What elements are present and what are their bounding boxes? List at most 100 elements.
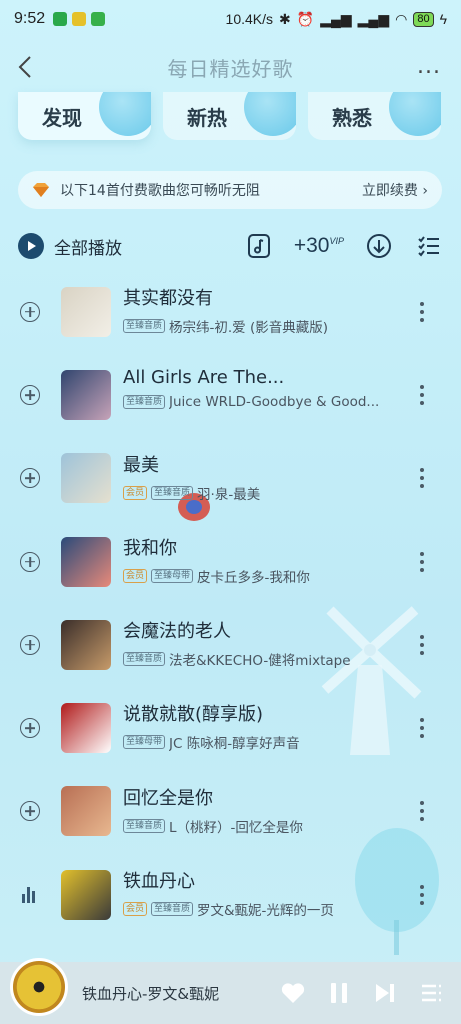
song-more-icon[interactable] (419, 634, 425, 655)
song-row[interactable]: 回忆全是你 至臻音质 L（桃籽）-回忆全是你 (0, 770, 461, 853)
album-disc-icon[interactable] (10, 958, 68, 1016)
add-to-playlist-icon[interactable] (20, 301, 40, 322)
song-artist: 法老&KKECHO-健将mixtape (169, 653, 351, 670)
add-30-label: +30 (293, 234, 330, 257)
song-title: 说散就散(醇享版) (123, 704, 264, 726)
battery-icon: 80 (413, 11, 434, 27)
song-tag: 至臻音质 (151, 485, 194, 500)
song-artist: 皮卡丘多多-我和你 (197, 569, 310, 586)
song-title: 其实都没有 (123, 288, 213, 309)
song-title: 我和你 (123, 537, 177, 559)
song-artist: 杨宗纬-初.爱 (影音典藏版) (169, 320, 329, 336)
song-row[interactable]: 说散就散(醇享版) 至臻母带 JC 陈咏桐-醇享好声音 (0, 686, 461, 769)
multi-select-icon[interactable] (414, 231, 444, 261)
add-to-playlist-icon[interactable] (20, 468, 40, 489)
song-artist: L（桃籽）-回忆全是你 (169, 819, 303, 836)
album-cover[interactable] (61, 453, 111, 504)
album-cover[interactable] (61, 369, 111, 420)
song-artist: 羽·泉-最美 (197, 486, 261, 503)
music-scan-icon[interactable] (244, 231, 274, 261)
song-row[interactable]: 会魔法的老人 至臻音质 法老&KKECHO-健将mixtape (0, 603, 461, 686)
tab-decoration-icon (244, 92, 296, 136)
album-cover[interactable] (61, 536, 111, 587)
diamond-icon (33, 183, 49, 197)
back-icon[interactable] (12, 52, 42, 82)
song-list: 其实都没有 至臻音质 杨宗纬-初.爱 (影音典藏版) All Girls Are… (0, 270, 461, 936)
album-cover[interactable] (61, 786, 111, 837)
tab-new-hot[interactable]: 新热 (163, 92, 296, 140)
playlist-queue-icon[interactable] (419, 981, 443, 1005)
song-more-icon[interactable] (419, 301, 425, 322)
song-more-icon[interactable] (419, 384, 425, 405)
song-meta: 至臻音质 L（桃籽）-回忆全是你 (123, 816, 401, 836)
song-row[interactable]: 其实都没有 至臻音质 杨宗纬-初.爱 (影音典藏版) (0, 270, 461, 353)
vip-banner[interactable]: 以下14首付费歌曲您可畅听无阻 立即续费 › (18, 171, 442, 209)
download-icon[interactable] (364, 231, 394, 261)
song-title: 最美 (123, 454, 159, 476)
status-time: 9:52 (14, 10, 46, 27)
mini-player[interactable]: 铁血丹心-罗文&甄妮 (0, 958, 461, 1024)
tab-familiar[interactable]: 熟悉 (308, 92, 441, 140)
song-more-icon[interactable] (419, 468, 425, 489)
song-row[interactable]: All Girls Are The... 至臻音质 Juice WRLD-Goo… (0, 353, 461, 436)
tab-decoration-icon (389, 92, 441, 136)
song-info: 回忆全是你 至臻音质 L（桃籽）-回忆全是你 (123, 784, 401, 836)
renew-link[interactable]: 立即续费 › (362, 180, 428, 200)
now-playing-bars-icon (22, 886, 35, 903)
tab-decoration-icon (99, 92, 151, 136)
song-more-icon[interactable] (419, 884, 425, 905)
song-meta: 会员 至臻音质 罗文&甄妮-光辉的一页 (123, 899, 401, 919)
play-all-button[interactable]: 全部播放 (54, 234, 122, 259)
song-title: 铁血丹心 (123, 871, 195, 893)
song-artist: 罗文&甄妮-光辉的一页 (197, 903, 334, 920)
add-to-playlist-icon[interactable] (20, 551, 40, 572)
signal-icon: ▂▄▆ (357, 10, 390, 27)
song-more-icon[interactable] (419, 551, 425, 572)
song-more-icon[interactable] (419, 801, 425, 822)
song-info: 其实都没有 至臻音质 杨宗纬-初.爱 (影音典藏版) (123, 284, 401, 336)
song-tag: 至臻音质 (123, 652, 166, 667)
song-row[interactable]: 铁血丹心 会员 至臻音质 罗文&甄妮-光辉的一页 (0, 853, 461, 936)
song-tag: 会员 (123, 902, 148, 917)
song-artist: JC 陈咏桐-醇享好声音 (169, 736, 300, 753)
add-to-playlist-icon[interactable] (20, 801, 40, 822)
album-cover[interactable] (61, 619, 111, 670)
tab-label: 新热 (187, 105, 227, 130)
signal-icon: ▂▄▆ (320, 10, 352, 27)
song-artist: Juice WRLD-Goodbye & Good... (169, 394, 380, 411)
status-bar: 9:52 10.4K/s ✱ ⏰ ▂▄▆ ▂▄▆ ◠ 80 ϟ (0, 0, 461, 38)
song-tag: 会员 (123, 568, 148, 583)
more-menu-icon[interactable]: ... (417, 54, 441, 79)
add-30-vip-button[interactable]: +30VIP (294, 234, 344, 258)
app-notification-icon (91, 12, 106, 26)
album-cover[interactable] (61, 703, 111, 754)
song-meta: 会员 至臻音质 羽·泉-最美 (123, 483, 401, 503)
song-tag: 会员 (123, 485, 148, 500)
song-more-icon[interactable] (419, 718, 425, 739)
wifi-icon: ◠ (395, 10, 408, 27)
pause-icon[interactable] (327, 981, 351, 1005)
album-cover[interactable] (61, 286, 111, 337)
song-title: 回忆全是你 (123, 787, 213, 809)
add-to-playlist-icon[interactable] (20, 384, 40, 405)
now-playing-title[interactable]: 铁血丹心-罗文&甄妮 (82, 983, 219, 1004)
app-notification-icon (53, 12, 68, 26)
tab-discover[interactable]: 发现 (18, 92, 151, 140)
song-meta: 至臻音质 Juice WRLD-Goodbye & Good... (123, 394, 401, 410)
favorite-heart-icon[interactable] (281, 981, 305, 1005)
add-to-playlist-icon[interactable] (20, 634, 40, 655)
album-cover[interactable] (61, 869, 111, 920)
tab-indicator (75, 131, 95, 140)
song-info: 会魔法的老人 至臻音质 法老&KKECHO-健将mixtape (123, 617, 401, 669)
app-notification-icon (72, 12, 87, 26)
charging-icon: ϟ (439, 11, 447, 27)
vip-banner-text: 以下14首付费歌曲您可畅听无阻 (60, 183, 260, 199)
next-track-icon[interactable] (373, 981, 397, 1005)
add-to-playlist-icon[interactable] (20, 718, 40, 739)
song-row[interactable]: 我和你 会员 至臻母带 皮卡丘多多-我和你 (0, 520, 461, 603)
play-all-icon[interactable] (18, 233, 44, 259)
song-row[interactable]: 最美 会员 至臻音质 羽·泉-最美 (0, 437, 461, 520)
toolbar-actions: +30VIP (244, 231, 444, 261)
player-controls (281, 981, 443, 1005)
status-right: 10.4K/s ✱ ⏰ ▂▄▆ ▂▄▆ ◠ 80 ϟ (226, 11, 447, 28)
